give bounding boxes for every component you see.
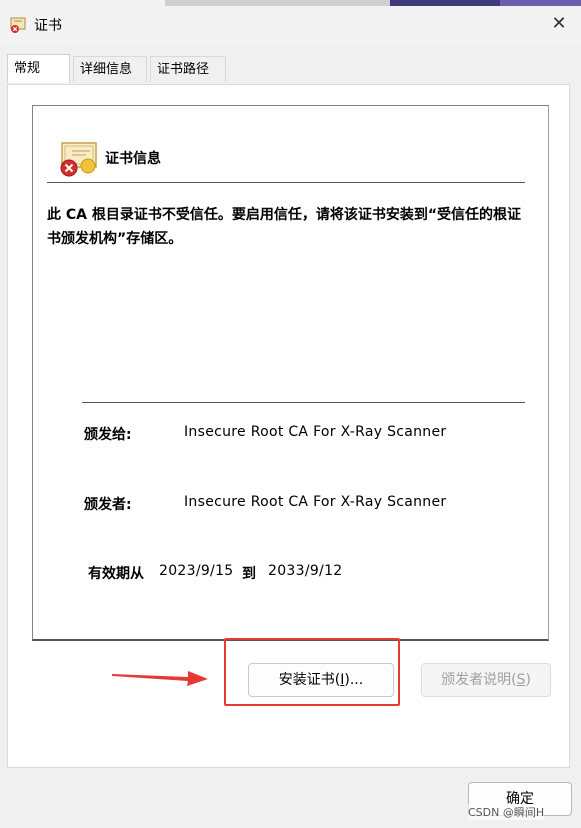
annotation-arrow-icon [112, 671, 208, 686]
issued-by-label: 颁发者: [84, 497, 132, 513]
valid-to-value: 2033/9/12 [268, 563, 343, 579]
validity-label: 有效期从 [88, 566, 144, 582]
issued-by-value: Insecure Root CA For X-Ray Scanner [184, 494, 447, 510]
tab-certification-path[interactable]: 证书路径 [150, 56, 226, 82]
certificate-info-heading: 证书信息 [105, 151, 161, 167]
divider [82, 402, 525, 403]
issuer-statement-button[interactable]: 颁发者说明(S) [421, 663, 551, 697]
tab-label: 常规 [14, 61, 41, 76]
tab-label: 详细信息 [80, 62, 133, 77]
button-label: 颁发者说明( [441, 672, 517, 688]
tab-details[interactable]: 详细信息 [73, 56, 147, 82]
annotation-highlight-box [224, 638, 400, 706]
valid-from-value: 2023/9/15 [159, 563, 234, 579]
window-title: 证书 [34, 18, 62, 34]
validity-to-label: 到 [242, 566, 256, 582]
certificate-info-box: 证书信息 此 CA 根目录证书不受信任。要启用信任，请将该证书安装到“受信任的根… [32, 105, 549, 641]
close-button[interactable]: ✕ [537, 6, 581, 42]
divider [47, 182, 525, 183]
trust-warning-text: 此 CA 根目录证书不受信任。要启用信任，请将该证书安装到“受信任的根证书颁发机… [47, 207, 522, 247]
watermark: CSDN @瞬间H [468, 804, 545, 820]
button-label-suffix: ) [525, 672, 531, 688]
title-bar: 证书 ✕ [0, 6, 581, 44]
certificate-error-icon [10, 17, 26, 33]
issued-to-value: Insecure Root CA For X-Ray Scanner [184, 424, 447, 440]
certificate-error-icon [60, 142, 97, 177]
tab-label: 证书路径 [157, 62, 210, 77]
issued-to-label: 颁发给: [84, 427, 132, 443]
tab-general[interactable]: 常规 [7, 54, 70, 83]
close-icon: ✕ [551, 13, 567, 34]
